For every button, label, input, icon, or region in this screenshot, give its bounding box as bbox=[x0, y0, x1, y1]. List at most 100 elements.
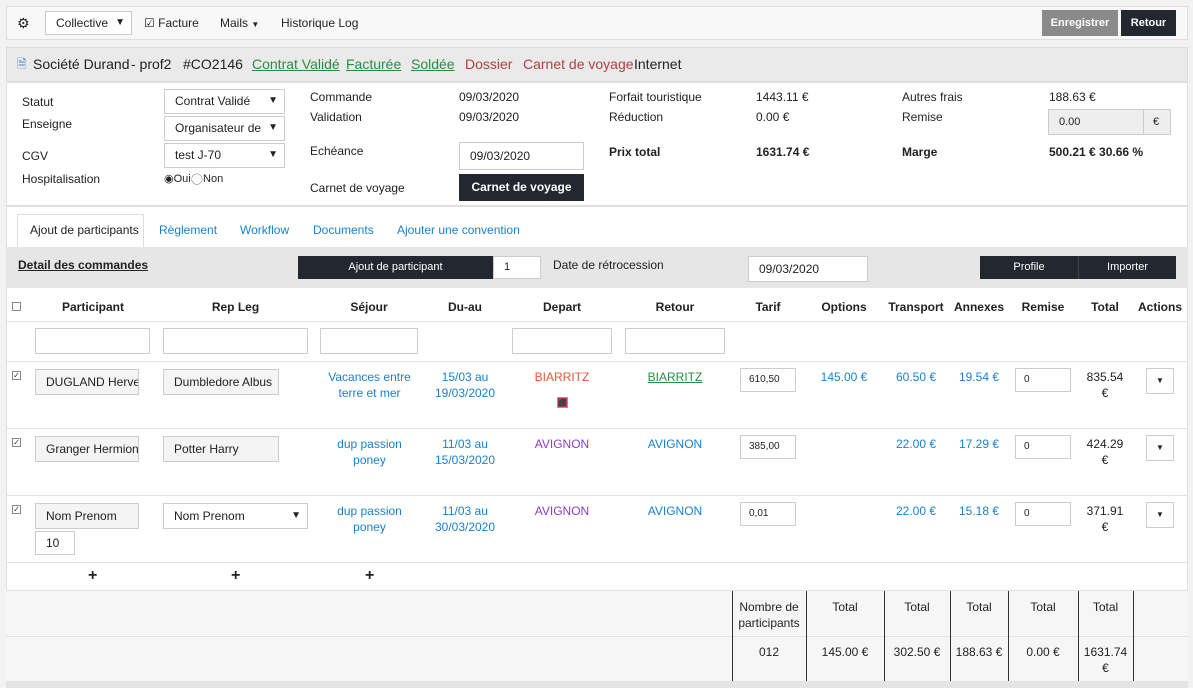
add-participant-plus-icon[interactable]: + bbox=[88, 567, 97, 585]
filter-retour-input[interactable] bbox=[625, 328, 725, 354]
remise-input[interactable]: 0 bbox=[1015, 368, 1071, 392]
transport-value: 22.00 € bbox=[895, 437, 937, 451]
back-button[interactable]: Retour bbox=[1121, 10, 1176, 36]
summary-options-total: 145.00 € bbox=[821, 645, 869, 659]
sejour-link[interactable]: Vacances entre terre et mer bbox=[322, 369, 417, 401]
summary-header-participants: Nombre de participants bbox=[738, 600, 800, 630]
summary-divider bbox=[806, 591, 807, 688]
tarif-input[interactable]: 0,01 bbox=[740, 502, 796, 526]
filter-sejour-input[interactable] bbox=[320, 328, 418, 354]
actions-dropdown[interactable]: ▼ bbox=[1146, 502, 1174, 528]
rep-leg-select[interactable]: Nom Prenom ▼ bbox=[163, 503, 308, 529]
statut-select[interactable]: Contrat Validé ▼ bbox=[164, 89, 285, 114]
rep-leg-input[interactable]: Potter Harry bbox=[163, 436, 279, 462]
actions-dropdown[interactable]: ▼ bbox=[1146, 368, 1174, 394]
participant-input[interactable]: Granger Hermione bbox=[35, 436, 139, 462]
radio-oui[interactable]: ◉ bbox=[164, 173, 174, 185]
mails-dropdown[interactable]: Mails ▼ bbox=[220, 7, 259, 39]
row-checkbox[interactable]: ✓ bbox=[12, 371, 21, 380]
add-sejour-plus-icon[interactable]: + bbox=[365, 567, 374, 585]
retrocession-label: Date de rétrocession bbox=[553, 258, 664, 272]
summary-divider bbox=[732, 591, 733, 688]
radio-non-label: Non bbox=[203, 173, 224, 185]
summary-grand-total: 1631.74 € bbox=[1083, 645, 1128, 675]
tab-documents[interactable]: Documents bbox=[313, 214, 374, 247]
row-checkbox[interactable]: ✓ bbox=[12, 438, 21, 447]
col-tarif: Tarif bbox=[755, 300, 781, 314]
status-soldee[interactable]: Soldée bbox=[411, 48, 455, 81]
status-contrat-valide[interactable]: Contrat Validé bbox=[252, 48, 340, 81]
col-total: Total bbox=[1091, 300, 1119, 314]
autres-frais-value: 188.63 € bbox=[1049, 90, 1096, 104]
cgv-select[interactable]: test J-70 ▼ bbox=[164, 143, 285, 168]
gears-icon[interactable]: ⚙ bbox=[17, 7, 30, 39]
carnet-de-voyage-button[interactable]: Carnet de voyage bbox=[459, 174, 584, 201]
tab-ajout-participants[interactable]: Ajout de participants bbox=[30, 214, 139, 247]
hospitalisation-radios: ◉Oui◯Non bbox=[164, 172, 223, 185]
tab-ajouter-convention[interactable]: Ajouter une convention bbox=[397, 214, 520, 247]
commande-label: Commande bbox=[310, 90, 373, 104]
tab-reglement[interactable]: Règlement bbox=[159, 214, 217, 247]
facture-button[interactable]: ☑ Facture bbox=[144, 7, 199, 39]
save-button[interactable]: Enregistrer bbox=[1042, 10, 1118, 36]
filter-rep-leg-input[interactable] bbox=[163, 328, 308, 354]
echeance-label: Echéance bbox=[310, 144, 364, 158]
hospitalisation-label: Hospitalisation bbox=[22, 172, 101, 186]
summary-header-total: Total bbox=[904, 600, 930, 614]
historique-log-link[interactable]: Historique Log bbox=[281, 7, 358, 39]
tarif-input[interactable]: 610,50 bbox=[740, 368, 796, 392]
check-square-icon: ☑ bbox=[144, 16, 155, 30]
add-participant-button[interactable]: Ajout de participant bbox=[298, 256, 493, 279]
company-name: Société Durand bbox=[33, 56, 130, 72]
tab-workflow[interactable]: Workflow bbox=[240, 214, 289, 247]
pdf-icon[interactable]: ⬛ bbox=[557, 397, 568, 408]
cgv-label: CGV bbox=[22, 149, 49, 163]
status-internet: Internet bbox=[634, 56, 682, 72]
participant-input[interactable]: DUGLAND Herve bbox=[35, 369, 139, 395]
radio-non[interactable]: ◯ bbox=[191, 173, 203, 185]
filter-depart-input[interactable] bbox=[512, 328, 612, 354]
detail-commandes-link[interactable]: Detail des commandes bbox=[18, 258, 148, 272]
col-participant: Participant bbox=[61, 300, 124, 314]
select-all-checkbox[interactable] bbox=[12, 302, 21, 311]
summary-annexes-total: 188.63 € bbox=[955, 645, 1003, 659]
remise-label: Remise bbox=[902, 110, 943, 124]
prix-total-label: Prix total bbox=[609, 145, 661, 159]
enseigne-value: Organisateur de bbox=[175, 121, 262, 135]
participant-input[interactable]: Nom Prenom bbox=[35, 503, 139, 529]
profile-button[interactable]: Profile bbox=[980, 256, 1078, 279]
participant-extra-input[interactable]: 10 bbox=[35, 531, 75, 555]
du-au-link[interactable]: 11/03 au 15/03/2020 bbox=[425, 436, 505, 468]
du-au-link[interactable]: 15/03 au 19/03/2020 bbox=[425, 369, 505, 401]
tarif-input[interactable]: 385,00 bbox=[740, 435, 796, 459]
carnet-label: Carnet de voyage bbox=[310, 181, 405, 195]
status-facturee[interactable]: Facturée bbox=[346, 48, 401, 81]
row-checkbox[interactable]: ✓ bbox=[12, 505, 21, 514]
enseigne-select[interactable]: Organisateur de ▼ bbox=[164, 116, 285, 141]
remise-input[interactable]: 0 bbox=[1015, 502, 1071, 526]
retrocession-date-input[interactable]: 09/03/2020 bbox=[748, 256, 868, 282]
sejour-link[interactable]: dup passion poney bbox=[320, 503, 419, 535]
echeance-input[interactable]: 09/03/2020 bbox=[459, 142, 584, 170]
caret-down-icon: ▼ bbox=[251, 20, 260, 29]
prof-label: - prof2 bbox=[131, 56, 172, 72]
col-options: Options bbox=[821, 300, 867, 314]
mode-select[interactable]: Collective ▼ bbox=[45, 11, 132, 35]
remise-input[interactable]: 0.00 bbox=[1048, 109, 1144, 135]
add-participant-count[interactable]: 1 bbox=[493, 256, 541, 279]
du-au-link[interactable]: 11/03 au 30/03/2020 bbox=[425, 503, 505, 535]
remise-input[interactable]: 0 bbox=[1015, 435, 1071, 459]
summary-remise-total: 0.00 € bbox=[1026, 645, 1060, 659]
add-rep-leg-plus-icon[interactable]: + bbox=[231, 567, 240, 585]
radio-oui-label: Oui bbox=[173, 173, 191, 185]
filter-participant-input[interactable] bbox=[35, 328, 150, 354]
col-transport: Transport bbox=[888, 300, 944, 314]
import-button[interactable]: Importer bbox=[1078, 256, 1176, 279]
col-sejour: Séjour bbox=[350, 300, 388, 314]
rep-leg-input[interactable]: Dumbledore Albus bbox=[163, 369, 279, 395]
actions-dropdown[interactable]: ▼ bbox=[1146, 435, 1174, 461]
col-depart: Depart bbox=[542, 300, 581, 314]
retour-link[interactable]: BIARRITZ bbox=[625, 369, 725, 385]
sejour-link[interactable]: dup passion poney bbox=[320, 436, 419, 468]
divider bbox=[6, 361, 1188, 362]
